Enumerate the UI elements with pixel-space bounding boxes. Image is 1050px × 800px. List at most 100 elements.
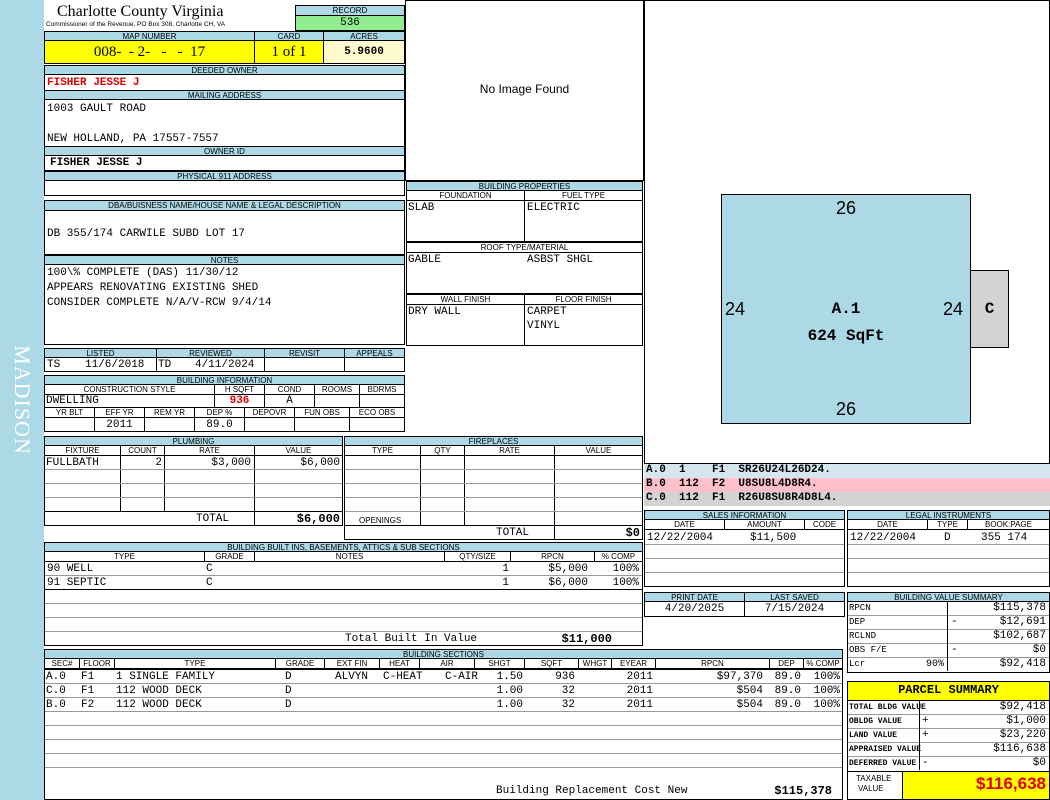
record-value: 536 bbox=[340, 17, 360, 29]
district-label: MADISON bbox=[10, 345, 35, 455]
bvs-label: RCLND bbox=[849, 631, 877, 641]
section-cell-rpcn: $97,370 bbox=[716, 671, 763, 683]
section-cell-eyear: 2011 bbox=[626, 685, 653, 697]
notes-line: CONSIDER COMPLETE N/A/V-RCW 9/4/14 bbox=[47, 297, 272, 309]
effective-year: 2011 bbox=[106, 419, 133, 431]
section-cell-shgt: 1.00 bbox=[496, 699, 523, 711]
legal-instrument-type: D bbox=[944, 532, 951, 544]
section-cell-dep: 89.0 bbox=[774, 685, 801, 697]
map-number: 008- - 2- - - 17 bbox=[93, 44, 206, 60]
section-col-header: HEAT bbox=[379, 658, 420, 669]
parcel-label: DEFERRED VALUE bbox=[849, 759, 917, 768]
mailing-address-line1: 1003 GAULT ROAD bbox=[47, 103, 147, 115]
section-cell-floor: F2 bbox=[81, 699, 95, 711]
parcel-sign: - bbox=[922, 757, 929, 769]
section-cell-dep: 89.0 bbox=[774, 671, 801, 683]
bvs-value: $12,691 bbox=[999, 616, 1046, 628]
section-col-header: DEP bbox=[769, 658, 804, 669]
owner-id: FISHER JESSE J bbox=[50, 157, 143, 169]
section-col-header: AIR bbox=[419, 658, 475, 669]
deeded-owner: FISHER JESSE J bbox=[47, 77, 140, 89]
section-col-header: SQFT bbox=[524, 658, 579, 669]
bvs-label: DEP bbox=[849, 617, 866, 627]
notes-line: 100\% COMPLETE (DAS) 11/30/12 bbox=[47, 267, 239, 279]
section-cell-rpcn: $504 bbox=[736, 685, 763, 697]
section-cell-eyear: 2011 bbox=[626, 699, 653, 711]
bvs-sign: - bbox=[951, 644, 958, 656]
builtin-total-label: Total Built In Value bbox=[345, 633, 478, 645]
parcel-label: APPRAISED VALUE bbox=[849, 745, 922, 754]
notes-line: APPEARS RENOVATING EXISTING SHED bbox=[47, 282, 259, 294]
bvs-value: $0 bbox=[1032, 644, 1046, 656]
builtin-type: 91 SEPTIC bbox=[47, 577, 107, 589]
parcel-value: $116,638 bbox=[993, 743, 1046, 755]
legal-instrument-book: 355 174 bbox=[981, 532, 1028, 544]
parcel-value: $1,000 bbox=[1006, 715, 1046, 727]
builtin-rpcn: $5,000 bbox=[548, 563, 588, 575]
taxable-label: VALUE bbox=[858, 784, 884, 793]
section-cell-sqft: 936 bbox=[555, 671, 575, 683]
last-saved-date: 7/15/2024 bbox=[764, 603, 825, 615]
section-cell-type: 1 SINGLE FAMILY bbox=[116, 671, 216, 683]
card-value: 1 of 1 bbox=[271, 44, 307, 60]
sketch-section-area: 624 SqFt bbox=[807, 327, 885, 345]
fireplace-openings-label: OPENINGS bbox=[359, 516, 402, 525]
reviewed-by: TD bbox=[158, 359, 172, 371]
section-cell-type: 112 WOOD DECK bbox=[116, 685, 202, 697]
bvs-value: $115,378 bbox=[993, 602, 1046, 614]
sketch-code-text: C.0 112 F1 R26U8SU8R4D8L4. bbox=[646, 492, 838, 504]
section-cell-sqft: 32 bbox=[561, 685, 575, 697]
section-col-header: EYEAR bbox=[611, 658, 656, 669]
sketch-dim-bottom: 26 bbox=[835, 399, 857, 419]
no-image-text: No Image Found bbox=[479, 82, 570, 96]
sketch-dim-top: 26 bbox=[835, 198, 857, 218]
builtin-total: $11,000 bbox=[561, 632, 612, 646]
section-cell-comp: 100% bbox=[813, 671, 840, 683]
section-col-header: RPCN bbox=[655, 658, 770, 669]
section-cell-sec: B.0 bbox=[46, 699, 66, 711]
parcel-sign: + bbox=[922, 715, 929, 727]
bvs-sign: - bbox=[951, 616, 958, 628]
plumbing-rate: $3,000 bbox=[211, 457, 251, 469]
fireplace-total-label: TOTAL bbox=[496, 527, 530, 539]
section-cell-heat: C-HEAT bbox=[383, 671, 423, 683]
bvs-value: $102,687 bbox=[993, 630, 1046, 642]
builtin-comp: 100% bbox=[612, 563, 639, 575]
section-col-header: EXT FIN bbox=[324, 658, 380, 669]
county-title: Charlotte County Virginia bbox=[57, 3, 224, 20]
section-cell-floor: F1 bbox=[81, 685, 95, 697]
section-cell-comp: 100% bbox=[813, 685, 840, 697]
bvs-value: $92,418 bbox=[999, 658, 1046, 670]
print-date: 4/20/2025 bbox=[664, 603, 725, 615]
section-col-header: FLOOR bbox=[79, 658, 115, 669]
parcel-label: LAND VALUE bbox=[849, 731, 898, 740]
section-col-header: WHGT bbox=[578, 658, 612, 669]
section-col-header: SHGT bbox=[474, 658, 525, 669]
fireplace-total: $0 bbox=[625, 526, 640, 540]
section-col-header: GRADE bbox=[275, 658, 325, 669]
section-cell-rpcn: $504 bbox=[736, 699, 763, 711]
bvs-pct: 90% bbox=[925, 659, 944, 670]
listed-date: 11/6/2018 bbox=[85, 359, 145, 371]
builtin-grade: C bbox=[206, 563, 213, 575]
section-cell-eyear: 2011 bbox=[626, 671, 653, 683]
section-cell-grade: D bbox=[285, 685, 292, 697]
section-cell-comp: 100% bbox=[813, 699, 840, 711]
section-cell-floor: F1 bbox=[81, 671, 95, 683]
builtin-rpcn: $6,000 bbox=[548, 577, 588, 589]
fuel-type-value: ELECTRIC bbox=[527, 202, 580, 214]
section-cell-grade: D bbox=[285, 699, 292, 711]
commissioner-subtitle: Commissioner of the Revenue, PO Box 308,… bbox=[46, 21, 226, 28]
sketch-code-text: A.0 1 F1 SR26U24L26D24. bbox=[646, 464, 831, 476]
section-cell-shgt: 1.00 bbox=[496, 685, 523, 697]
legal-description: DB 355/174 CARWILE SUBD LOT 17 bbox=[47, 228, 246, 240]
parcel-value: $0 bbox=[1032, 757, 1046, 769]
parcel-label: OBLDG VALUE bbox=[849, 717, 902, 726]
replacement-cost-label: Building Replacement Cost New bbox=[496, 785, 688, 797]
builtin-qty: 1 bbox=[502, 563, 509, 575]
mailing-address-line2: NEW HOLLAND, PA 17557-7557 bbox=[47, 133, 219, 145]
section-cell-ext: ALVYN bbox=[335, 671, 369, 683]
sale-date: 12/22/2004 bbox=[647, 532, 714, 544]
section-cell-shgt: 1.50 bbox=[496, 671, 523, 683]
depreciation-pct: 89.0 bbox=[206, 419, 233, 431]
